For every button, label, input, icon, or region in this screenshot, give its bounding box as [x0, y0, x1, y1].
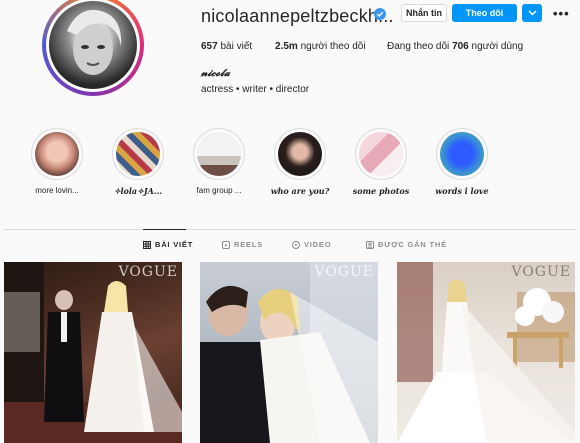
post-image — [200, 262, 378, 443]
post-thumbnail[interactable]: VOGUE — [4, 262, 182, 443]
post-image — [4, 262, 182, 443]
tab-label: VIDEO — [304, 240, 332, 249]
avatar — [49, 1, 137, 89]
highlight-group-icon — [197, 132, 241, 176]
following-count-value: 706 — [452, 41, 469, 52]
highlight-item[interactable]: some photos — [353, 128, 409, 196]
highlight-ring — [31, 128, 83, 180]
highlight-photos-icon — [359, 132, 403, 176]
highlight-item[interactable]: fam group ... — [193, 128, 245, 195]
highlight-label: more lovin... — [35, 186, 79, 195]
post-thumbnail[interactable]: VOGUE — [200, 262, 378, 443]
highlight-label: fam group ... — [196, 186, 242, 195]
tab-posts[interactable]: BÀI VIẾT — [143, 240, 193, 249]
highlight-label: some photos — [352, 186, 410, 196]
posts-count-label: bài viết — [220, 41, 253, 52]
highlight-ring — [436, 128, 488, 180]
posts-count-value: 657 — [201, 41, 218, 52]
highlight-item[interactable]: more lovin... — [31, 128, 83, 195]
tagged-icon — [366, 240, 374, 249]
highlight-collage-icon — [116, 132, 160, 176]
message-button[interactable]: Nhắn tin — [401, 4, 447, 22]
active-tab-indicator — [143, 229, 186, 230]
more-options-icon[interactable]: ••• — [553, 6, 569, 21]
profile-bio: actress • writer • director — [201, 84, 310, 95]
tab-label: BÀI VIẾT — [155, 240, 194, 249]
tab-video[interactable]: VIDEO — [292, 240, 331, 249]
profile-full-name: 𝓷𝓲𝓬𝓸𝓵𝓪 — [201, 68, 230, 79]
highlight-gradient-icon — [440, 132, 484, 176]
highlight-ring — [355, 128, 407, 180]
vogue-watermark: VOGUE — [314, 264, 374, 280]
following-prefix: Đang theo dõi — [387, 41, 450, 52]
tabs-divider — [4, 229, 576, 230]
profile-username: nicolaannepeltzbeckh... — [201, 6, 394, 26]
vogue-watermark: VOGUE — [118, 264, 178, 280]
tab-tagged[interactable]: ĐƯỢC GẮN THẺ — [366, 240, 447, 249]
post-image — [397, 262, 575, 443]
highlight-face-icon — [35, 132, 79, 176]
grid-icon — [143, 240, 151, 249]
followers-count[interactable]: 2.5m người theo dõi — [275, 41, 366, 52]
post-thumbnail[interactable]: VOGUE — [397, 262, 575, 443]
tab-label: ĐƯỢC GẮN THẺ — [378, 240, 447, 249]
chevron-down-icon — [527, 10, 537, 16]
highlight-ring — [112, 128, 164, 180]
highlight-label: who are you? — [270, 186, 330, 196]
highlight-label: words i love — [435, 186, 489, 196]
highlight-ring — [193, 128, 245, 180]
highlight-selfie-icon — [278, 132, 322, 176]
highlight-item[interactable]: who are you? — [271, 128, 329, 196]
highlight-item[interactable]: ✧lola✧JA... — [112, 128, 164, 196]
reels-icon — [222, 240, 230, 249]
highlight-item[interactable]: words i love — [435, 128, 489, 196]
posts-count: 657 bài viết — [201, 41, 252, 52]
following-count[interactable]: Đang theo dõi 706 người dùng — [387, 41, 523, 52]
followers-count-label: người theo dõi — [300, 41, 366, 52]
follow-button[interactable]: Theo dõi — [452, 4, 517, 22]
avatar-frame — [46, 0, 140, 92]
followers-count-value: 2.5m — [275, 41, 298, 52]
following-suffix: người dùng — [471, 41, 524, 52]
tab-reels[interactable]: REELS — [222, 240, 263, 249]
suggested-dropdown-button[interactable] — [522, 4, 542, 22]
verified-badge-icon — [374, 8, 386, 20]
vogue-watermark: VOGUE — [511, 264, 571, 280]
video-icon — [292, 240, 300, 249]
highlight-label: ✧lola✧JA... — [113, 186, 163, 196]
tab-label: REELS — [234, 240, 264, 249]
profile-avatar[interactable] — [42, 0, 146, 96]
highlight-ring — [274, 128, 326, 180]
